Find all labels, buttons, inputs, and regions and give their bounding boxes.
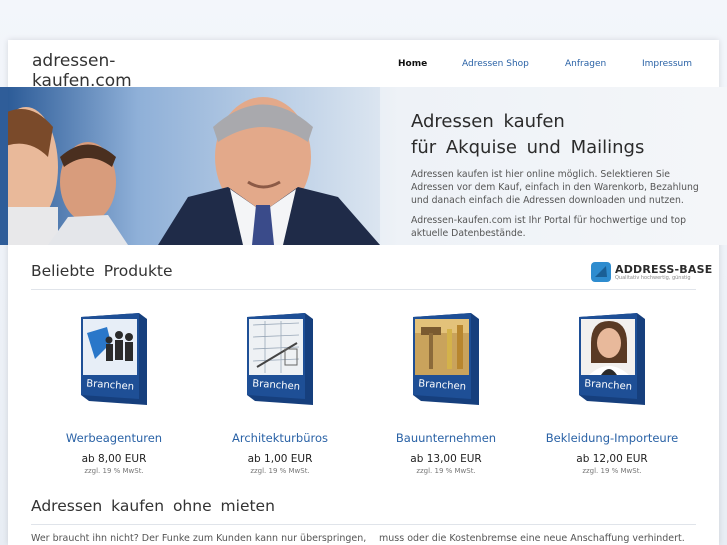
- hero-heading: Adressen kaufen für Akquise und Mailings: [411, 109, 644, 161]
- product-vat: zzgl. 19 % MwSt.: [84, 467, 144, 475]
- products-section-title: Beliebte Produkte: [31, 262, 173, 280]
- nav-impressum[interactable]: Impressum: [642, 59, 692, 69]
- product-card-bekleidung-importeure[interactable]: Branchen Bekleidung-Importeure ab 12,00 …: [537, 313, 687, 475]
- hero-heading-line1: Adressen kaufen: [411, 111, 565, 132]
- blueprint-drawing-icon[interactable]: Branchen: [247, 313, 313, 405]
- nav-home[interactable]: Home: [398, 59, 427, 69]
- product-vat: zzgl. 19 % MwSt.: [416, 467, 476, 475]
- business-people-photo: [8, 87, 380, 245]
- hero-accent-strip: [0, 87, 8, 245]
- product-card-architekturbueros[interactable]: Branchen Architekturbüros ab 1,00 EUR zz…: [205, 313, 355, 475]
- body-text-col1: Wer braucht ihn nicht? Der Funke zum Kun…: [31, 533, 367, 544]
- body-text-col2: muss oder die Kostenbremse eine neue Ans…: [379, 533, 685, 544]
- second-section-title: Adressen kaufen ohne mieten: [31, 497, 275, 515]
- hero-banner: Adressen kaufen für Akquise und Mailings…: [0, 87, 727, 245]
- hero-heading-line2: für Akquise und Mailings: [411, 137, 645, 158]
- product-name[interactable]: Werbeagenturen: [39, 431, 189, 445]
- nav-anfragen[interactable]: Anfragen: [565, 59, 606, 69]
- product-name[interactable]: Bauunternehmen: [371, 431, 521, 445]
- product-card-werbeagenturen[interactable]: Branchen Werbeagenturen ab 8,00 EUR zzgl…: [39, 313, 189, 475]
- hero-paragraph-2: Adressen-kaufen.com ist Ihr Portal für h…: [411, 215, 687, 239]
- business-people-puzzle-icon[interactable]: Branchen: [81, 313, 147, 405]
- brand-logo: ADDRESS-BASE Qualitativ hochwertig, güns…: [591, 262, 712, 282]
- construction-tools-icon[interactable]: Branchen: [413, 313, 479, 405]
- hero-paragraph-1: Adressen kaufen ist hier online möglich.…: [411, 169, 699, 206]
- address-base-logo-icon: [591, 262, 611, 282]
- product-card-bauunternehmen[interactable]: Branchen Bauunternehmen ab 13,00 EUR zzg…: [371, 313, 521, 475]
- product-price: ab 12,00 EUR: [576, 453, 648, 465]
- product-name[interactable]: Architekturbüros: [205, 431, 355, 445]
- product-price: ab 1,00 EUR: [247, 453, 313, 465]
- product-price: ab 13,00 EUR: [410, 453, 482, 465]
- woman-portrait-icon[interactable]: Branchen: [579, 313, 645, 405]
- nav-adressen-shop[interactable]: Adressen Shop: [462, 59, 529, 69]
- section-divider: [31, 524, 696, 525]
- product-price: ab 8,00 EUR: [81, 453, 147, 465]
- hero-description: Adressen kaufen ist hier online möglich.…: [411, 168, 701, 240]
- product-name[interactable]: Bekleidung-Importeure: [537, 431, 687, 445]
- product-vat: zzgl. 19 % MwSt.: [582, 467, 642, 475]
- section-divider: [31, 289, 696, 290]
- product-vat: zzgl. 19 % MwSt.: [250, 467, 310, 475]
